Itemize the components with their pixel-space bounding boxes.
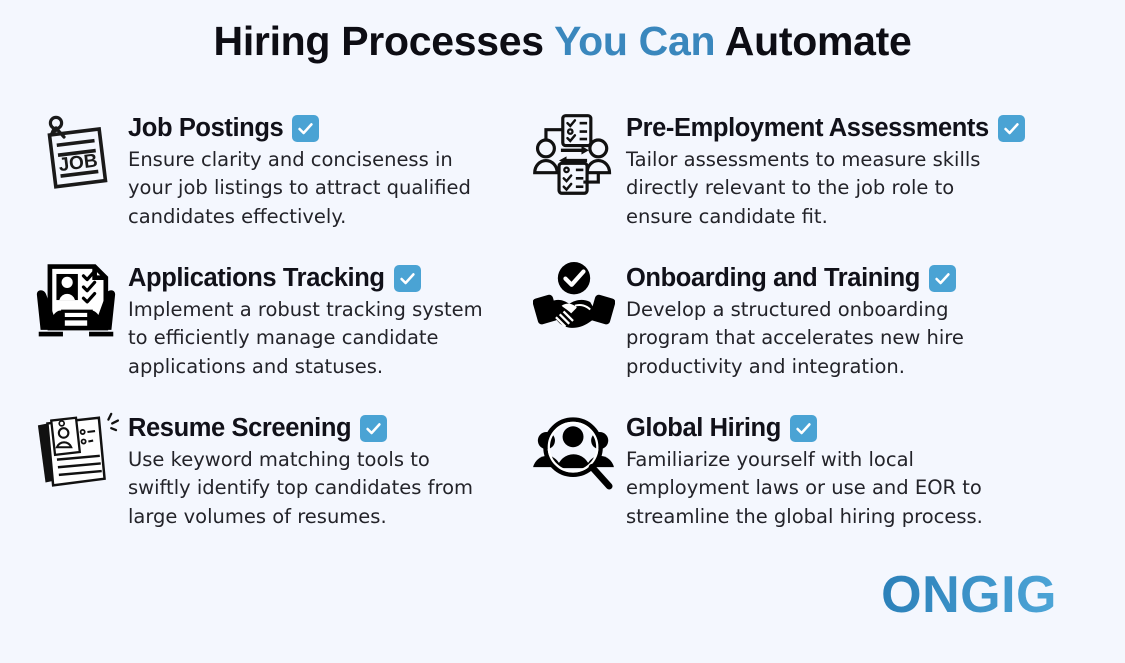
check-badge-icon: [928, 264, 956, 292]
header: Hiring Processes You Can Automate: [0, 0, 1125, 78]
card-description: Tailor assessments to measure skills dir…: [626, 148, 981, 228]
feature-card-resume-screening: Resume Screening Use keyword matching to…: [0, 404, 520, 554]
ongig-logo: ONGIG: [881, 566, 1057, 624]
card-body: Resume Screening Use keyword matching to…: [128, 404, 498, 531]
hands-holding-resume-icon: [30, 254, 122, 346]
card-header: Resume Screening: [128, 414, 498, 442]
card-description: Familiarize yourself with local employme…: [626, 448, 983, 528]
card-title: Applications Tracking: [128, 264, 385, 292]
job-posting-note-icon: JOB: [30, 104, 122, 196]
card-body: Global Hiring Familiarize yourself with …: [626, 404, 1006, 531]
check-badge-icon: [292, 114, 320, 142]
check-badge-icon: [997, 114, 1025, 142]
card-header: Pre-Employment Assessments: [626, 114, 1025, 142]
assessment-exchange-icon: [528, 104, 620, 196]
feature-card-global-hiring: Global Hiring Familiarize yourself with …: [520, 404, 1115, 554]
card-description: Develop a structured onboarding program …: [626, 298, 964, 378]
handshake-check-icon: [528, 254, 620, 346]
card-description: Ensure clarity and conciseness in your j…: [128, 148, 471, 228]
feature-card-applications-tracking: Applications Tracking Implement a robust…: [0, 254, 520, 404]
card-header: Job Postings: [128, 114, 498, 142]
page-title-accent: You Can: [554, 18, 716, 64]
card-header: Global Hiring: [626, 414, 1006, 442]
feature-card-onboarding-and-training: Onboarding and Training Develop a struct…: [520, 254, 1115, 404]
check-badge-icon: [393, 264, 421, 292]
page-title-part1: Hiring Processes: [213, 18, 555, 64]
card-title: Pre-Employment Assessments: [626, 114, 989, 142]
card-title: Onboarding and Training: [626, 264, 920, 292]
feature-card-pre-employment-assessments: Pre-Employment Assessments Tailor assess…: [520, 104, 1115, 254]
feature-grid: JOB Job Postings Ensure clarity and conc…: [0, 104, 1125, 554]
magnifier-people-icon: [528, 404, 620, 496]
card-body: Applications Tracking Implement a robust…: [128, 254, 498, 381]
stacked-resumes-sketch-icon: [30, 404, 122, 496]
card-description: Implement a robust tracking system to ef…: [128, 298, 483, 378]
card-header: Applications Tracking: [128, 264, 498, 292]
feature-card-job-postings: JOB Job Postings Ensure clarity and conc…: [0, 104, 520, 254]
card-body: Pre-Employment Assessments Tailor assess…: [626, 104, 1025, 231]
card-title: Job Postings: [128, 114, 284, 142]
page-title-part2: Automate: [715, 18, 912, 64]
card-title: Global Hiring: [626, 414, 781, 442]
card-title: Resume Screening: [128, 414, 352, 442]
check-badge-icon: [360, 414, 388, 442]
card-header: Onboarding and Training: [626, 264, 1006, 292]
card-body: Job Postings Ensure clarity and concisen…: [128, 104, 498, 231]
check-badge-icon: [789, 414, 817, 442]
card-body: Onboarding and Training Develop a struct…: [626, 254, 1006, 381]
page-title: Hiring Processes You Can Automate: [0, 16, 1125, 67]
card-description: Use keyword matching tools to swiftly id…: [128, 448, 474, 528]
